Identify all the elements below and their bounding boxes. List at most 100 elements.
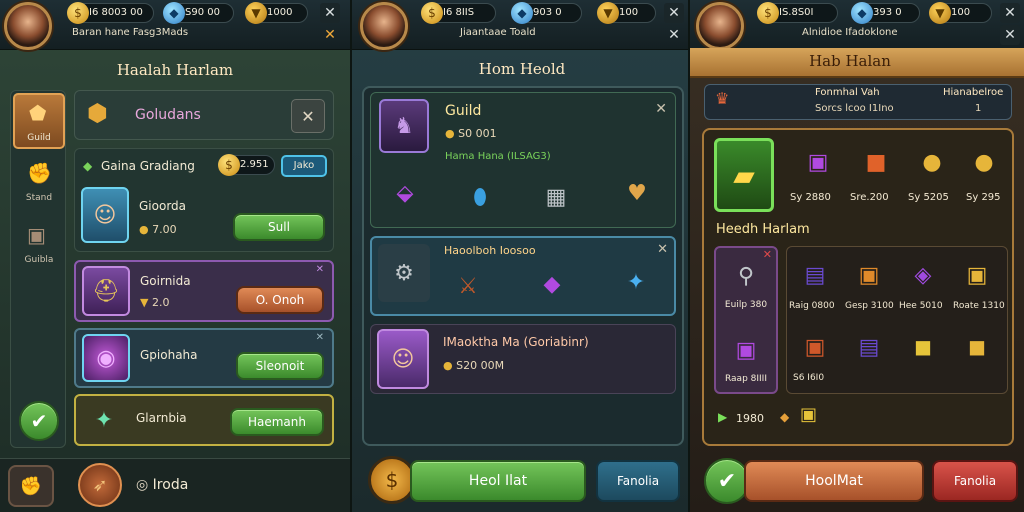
coin-icon: $: [421, 2, 443, 24]
close-icon[interactable]: ✕: [316, 332, 324, 343]
coin-stack-icon: ●: [922, 149, 942, 175]
crystal-star-icon: ✦: [626, 269, 646, 295]
item-slot[interactable]: ▤: [793, 253, 837, 297]
item-slot[interactable]: ▣: [955, 253, 999, 297]
coin-icon[interactable]: $: [368, 456, 416, 504]
coin-icon: $: [757, 2, 779, 24]
selected-slot[interactable]: ▰: [714, 138, 774, 212]
panel-subtitle: Jiaantaae Toald: [460, 27, 536, 38]
shield-icon: ▼: [140, 296, 149, 309]
item-price: ▼ 2.0: [140, 296, 170, 309]
sidebar-item-guild[interactable]: ⬟ Guild: [13, 93, 65, 149]
item-slot[interactable]: ◼: [955, 325, 999, 369]
item-slot[interactable]: ♞: [379, 99, 429, 153]
item-slot[interactable]: ■: [854, 140, 898, 184]
item-slot[interactable]: ⬙: [383, 165, 427, 221]
heart-amulet-icon: ♥: [627, 180, 647, 206]
item-slot[interactable]: ⚙: [378, 244, 430, 302]
item-slot[interactable]: ◉: [82, 334, 130, 382]
confirm-button[interactable]: ✔: [19, 401, 59, 441]
sidebar-item-label: Stand: [25, 193, 53, 203]
reward-price: Raig 0800: [789, 301, 835, 311]
item-action-button[interactable]: O. Onoh: [236, 286, 324, 314]
coin-icon: $: [218, 154, 240, 176]
item-slot[interactable]: ▣: [724, 330, 768, 370]
primary-action-button[interactable]: Heol Ilat: [410, 460, 586, 502]
item-slot[interactable]: ▣: [793, 325, 837, 369]
reward-price: Raap 8IIII: [724, 374, 767, 384]
player-avatar[interactable]: [4, 2, 52, 50]
close-icon[interactable]: ✕: [320, 3, 340, 23]
player-avatar[interactable]: [696, 2, 744, 50]
item-slot[interactable]: ▤: [847, 325, 891, 369]
card-price: ● S20 00M: [443, 359, 505, 372]
side-slot: ✕ ⚲ Euilp 380 ▣ Raap 8IIII: [714, 246, 778, 394]
list-item: ◉ Gpiohaha ✕ Sleonoit: [74, 328, 334, 388]
item-slot[interactable]: ☺: [81, 187, 129, 243]
close-icon[interactable]: ✕: [1000, 25, 1020, 45]
panel-title: Hom Heold: [478, 60, 566, 78]
close-icon[interactable]: ✕: [664, 25, 684, 45]
top-bar: $ IS.8S0I ◆ 393 0 ▼ 100 ✕ ✕ Alnidioe Ifadok…: [690, 0, 1024, 50]
secondary-action-button[interactable]: Fanolia: [932, 460, 1018, 502]
gift-box-icon: ■: [865, 149, 887, 175]
item-price: ● 7.00: [139, 223, 177, 236]
horn-icon[interactable]: ➶: [78, 463, 122, 507]
item-slot[interactable]: ▣: [847, 253, 891, 297]
item-slot[interactable]: ⬮: [457, 177, 503, 217]
gem-icon: ◆: [83, 159, 93, 173]
reward-price: Sy 295: [966, 192, 1001, 203]
item-slot[interactable]: ▣: [796, 140, 840, 184]
item-slot[interactable]: ⚔: [446, 266, 490, 306]
blue-gem-icon: ⬮: [473, 184, 487, 210]
item-slot[interactable]: ⚲: [724, 256, 768, 296]
game-ui-root: $ I6 8003 00 ◆ S90 00 ▼ 1000 ✕ ✕ Baran hane…: [0, 0, 1024, 512]
purple-chest-icon: ▣: [735, 337, 757, 363]
gold-crate-icon: ▣: [800, 404, 818, 425]
reward-price: Roate 1310: [953, 301, 1005, 311]
close-icon[interactable]: ✕: [664, 3, 684, 23]
close-icon[interactable]: ✕: [291, 99, 325, 133]
item-slot[interactable]: ◈: [901, 253, 945, 297]
mech-armor-icon: ⚙: [394, 260, 414, 286]
item-name: Goirnida: [140, 274, 191, 288]
gem-icon: ◆: [511, 2, 533, 24]
item-slot[interactable]: ◆: [532, 264, 572, 304]
close-icon[interactable]: ✕: [655, 101, 667, 117]
top-bar: $ I6 8003 00 ◆ S90 00 ▼ 1000 ✕ ✕ Baran hane…: [0, 0, 350, 50]
item-action-button[interactable]: Haemanh: [230, 408, 324, 436]
item-slot[interactable]: ◼: [901, 325, 945, 369]
primary-action-button[interactable]: HoolMat: [744, 460, 924, 502]
item-slot[interactable]: ☺: [377, 329, 429, 389]
secondary-action-button[interactable]: Fanolia: [596, 460, 680, 502]
gem-icon: ◆: [780, 410, 790, 424]
item-slot[interactable]: ✦: [82, 398, 126, 442]
target-icon: ◎: [136, 477, 149, 493]
item-slot[interactable]: ✦: [612, 258, 660, 306]
play-icon: ▶: [718, 410, 728, 424]
item-action-button[interactable]: Sull: [233, 213, 325, 241]
item-slot[interactable]: ♥: [609, 165, 665, 221]
checkmark-icon: ✔: [30, 409, 48, 433]
sidebar-item-guibla[interactable]: ▣ Guibla: [13, 217, 65, 273]
sidebar-item-stand[interactable]: ✊ Stand: [13, 155, 65, 211]
item-slot[interactable]: ▦: [533, 177, 579, 217]
close-icon[interactable]: ✕: [1000, 3, 1020, 23]
item-action-button[interactable]: Sleonoit: [236, 352, 324, 380]
checkmark-icon: ✔: [717, 468, 737, 494]
reward-grid: ▤ ▣ ◈ ▣ Raig 0800 Gesp 3100 Hee 5010 Roa…: [786, 246, 1008, 394]
coin-icon: ●: [139, 223, 149, 236]
item-slot[interactable]: ●: [962, 140, 1006, 184]
item-slot[interactable]: ●: [910, 140, 954, 184]
item-slot[interactable]: ⛑: [82, 266, 130, 316]
item-card: ☺ IMaoktha Ma (Goriabinr) ● S20 00M: [370, 324, 676, 394]
player-avatar[interactable]: [360, 2, 408, 50]
tag-chip[interactable]: Jako: [281, 155, 327, 177]
purple-chest-icon: ▣: [807, 149, 829, 175]
item-name: Gpiohaha: [140, 348, 198, 362]
crossed-swords-icon[interactable]: ✕: [320, 25, 340, 45]
close-icon[interactable]: ✕: [657, 242, 668, 257]
warrior-portrait-icon: ☺: [93, 202, 117, 228]
fist-icon[interactable]: ✊: [8, 465, 54, 507]
close-icon[interactable]: ✕: [316, 264, 324, 275]
